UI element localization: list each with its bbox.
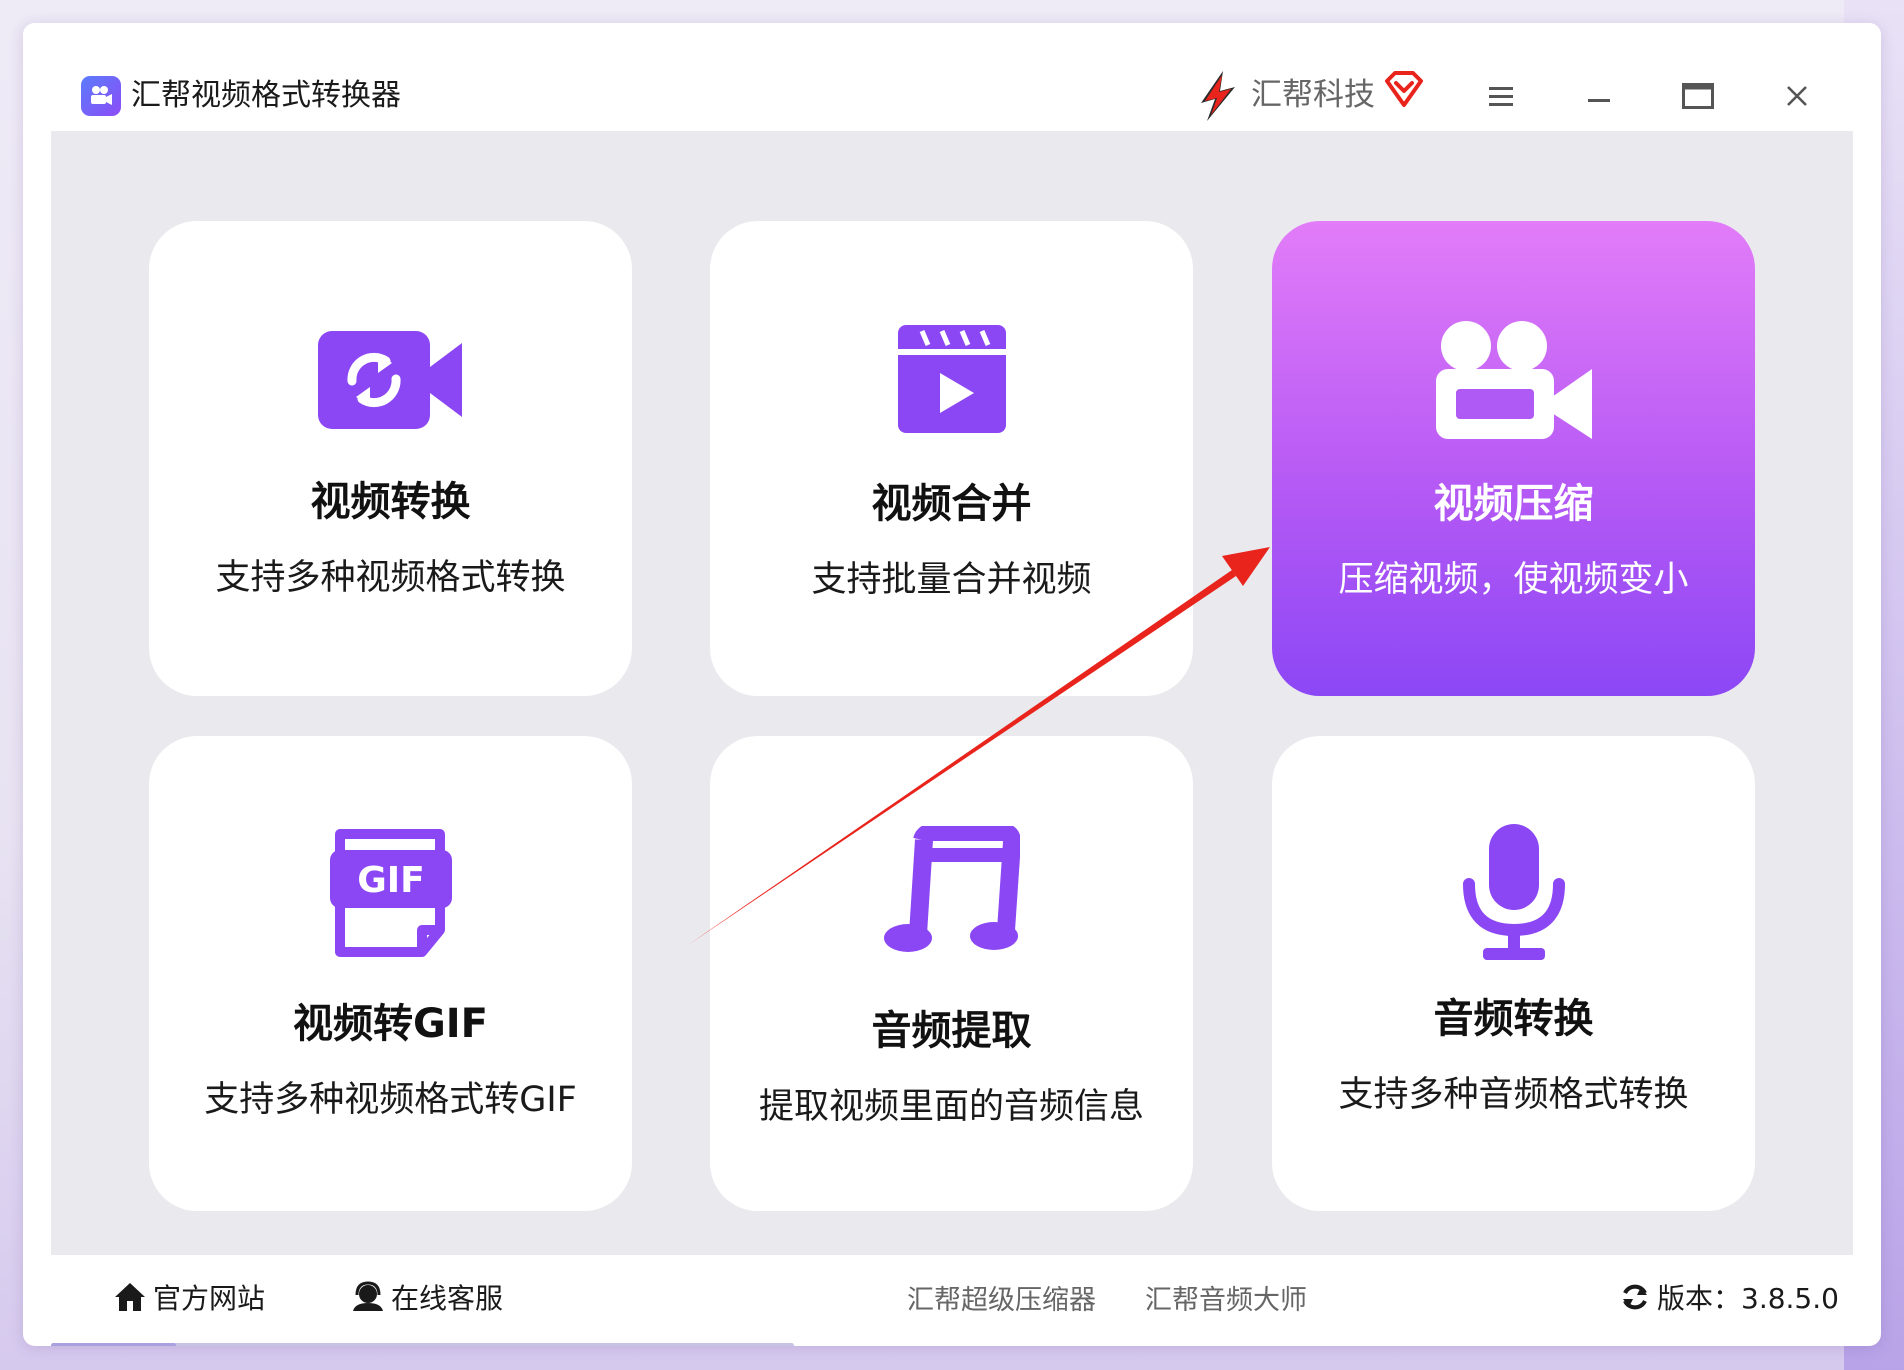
brand-name: 汇帮科技 — [1251, 77, 1375, 113]
card-desc: 压缩视频，使视频变小 — [1338, 560, 1689, 600]
card-desc: 支持批量合并视频 — [811, 560, 1092, 600]
card-title: 视频压缩 — [1433, 481, 1594, 527]
feature-grid: 视频转换 支持多种视频格式转换 视频合并 支持批量合并视频 视频压缩 压缩视频，… — [51, 131, 1853, 1255]
horizontal-scrollbar[interactable] — [51, 1343, 794, 1346]
card-video-convert[interactable]: 视频转换 支持多种视频格式转换 — [149, 221, 632, 696]
menu-button[interactable] — [1476, 71, 1526, 121]
gif-file-icon: GIF — [329, 829, 452, 957]
audio-master-link[interactable]: 汇帮音频大师 — [1145, 1275, 1307, 1319]
refresh-icon — [1623, 1284, 1647, 1310]
scrollbar-thumb[interactable] — [51, 1343, 176, 1346]
maximize-icon — [1682, 83, 1714, 109]
microphone-icon — [1462, 824, 1565, 960]
card-title: 视频转GIF — [292, 1001, 489, 1047]
music-note-icon — [883, 826, 1020, 952]
online-service-link[interactable]: 在线客服 — [351, 1275, 503, 1319]
version-info[interactable]: 版本：3.8.5.0 — [1619, 1275, 1839, 1319]
clapperboard-play-icon — [897, 325, 1006, 433]
version-label: 版本：3.8.5.0 — [1657, 1282, 1839, 1315]
close-button[interactable] — [1772, 71, 1822, 121]
minimize-icon — [1588, 99, 1610, 102]
customer-service-icon — [353, 1281, 383, 1311]
hamburger-menu-icon — [1489, 87, 1513, 106]
card-desc: 支持多种视频格式转换 — [215, 558, 566, 598]
movie-camera-icon — [1435, 321, 1592, 439]
online-service-label: 在线客服 — [391, 1282, 504, 1315]
footer-bar: 官方网站 在线客服 汇帮超级压缩器 汇帮音频大师 版本：3.8.5.0 — [51, 1255, 1853, 1339]
official-website-label: 官方网站 — [153, 1282, 266, 1315]
card-desc: 支持多种视频格式转GIF — [204, 1080, 577, 1120]
video-convert-icon — [317, 331, 462, 429]
title-bar: 汇帮视频格式转换器 汇帮科技 — [23, 23, 1881, 131]
super-compressor-link[interactable]: 汇帮超级压缩器 — [907, 1275, 1096, 1319]
card-title: 音频转换 — [1433, 996, 1594, 1042]
card-desc: 支持多种音频格式转换 — [1338, 1075, 1689, 1115]
card-desc: 提取视频里面的音频信息 — [758, 1087, 1144, 1127]
card-title: 音频提取 — [871, 1008, 1032, 1054]
app-logo-icon — [81, 76, 121, 116]
card-title: 视频转换 — [310, 479, 471, 525]
card-title: 视频合并 — [871, 481, 1032, 527]
card-audio-convert[interactable]: 音频转换 支持多种音频格式转换 — [1272, 736, 1755, 1211]
card-video-to-gif[interactable]: GIF 视频转GIF 支持多种视频格式转GIF — [149, 736, 632, 1211]
svg-text:GIF: GIF — [357, 860, 425, 901]
card-audio-extract[interactable]: 音频提取 提取视频里面的音频信息 — [710, 736, 1193, 1211]
brand-logo-icon — [1201, 71, 1235, 121]
maximize-button[interactable] — [1673, 71, 1723, 121]
official-website-link[interactable]: 官方网站 — [113, 1275, 265, 1319]
app-window: 汇帮视频格式转换器 汇帮科技 视频转换 支持多种视频格式转换 视频合并 支持批量… — [23, 23, 1881, 1346]
card-video-compress[interactable]: 视频压缩 压缩视频，使视频变小 — [1272, 221, 1755, 696]
home-icon — [115, 1283, 145, 1311]
minimize-button[interactable] — [1574, 71, 1624, 121]
close-icon — [1787, 86, 1807, 106]
app-title: 汇帮视频格式转换器 — [131, 78, 401, 113]
card-video-merge[interactable]: 视频合并 支持批量合并视频 — [710, 221, 1193, 696]
vip-diamond-icon[interactable] — [1383, 69, 1425, 111]
